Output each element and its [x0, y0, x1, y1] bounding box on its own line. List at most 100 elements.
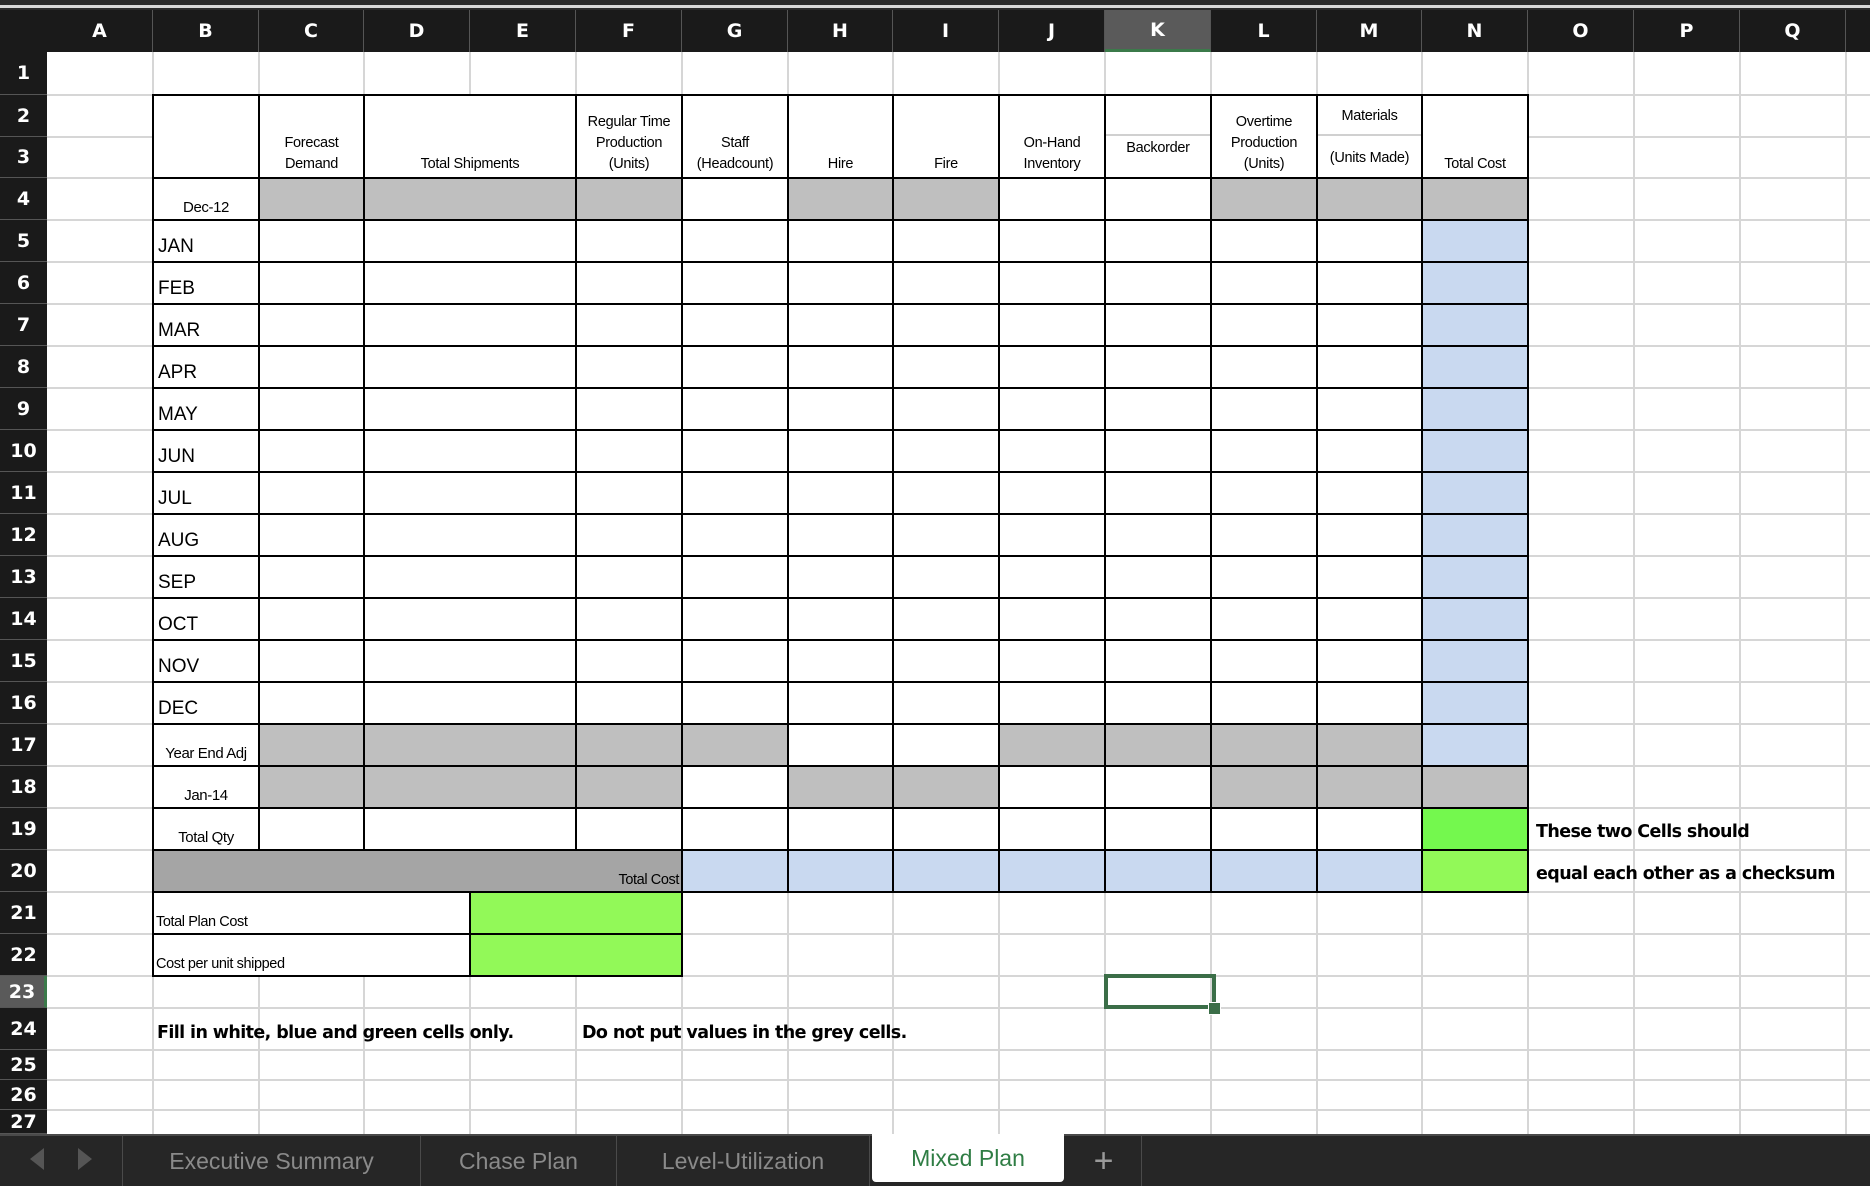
row-header-12[interactable]: 12	[0, 514, 47, 556]
cell-n9[interactable]	[1421, 387, 1529, 431]
cell-c15[interactable]	[258, 639, 365, 683]
column-header-b[interactable]: B	[153, 10, 259, 52]
cell-j15[interactable]	[998, 639, 1106, 683]
cell-f14[interactable]	[575, 597, 683, 641]
row-header-1[interactable]: 1	[0, 52, 47, 95]
cell-c19[interactable]	[258, 807, 365, 851]
cell-f15[interactable]	[575, 639, 683, 683]
cell-l8[interactable]	[1210, 345, 1318, 389]
cell-d7[interactable]	[363, 303, 577, 347]
cell-c9[interactable]	[258, 387, 365, 431]
cell-g18[interactable]	[681, 765, 789, 809]
cell-n16[interactable]	[1421, 681, 1529, 725]
cell-l20[interactable]	[1210, 849, 1318, 893]
cell-l19[interactable]	[1210, 807, 1318, 851]
cell-m20[interactable]	[1316, 849, 1423, 893]
cell-n12[interactable]	[1421, 513, 1529, 557]
cell-n17[interactable]	[1421, 723, 1529, 767]
cell-g4[interactable]	[681, 177, 789, 221]
row-header-21[interactable]: 21	[0, 892, 47, 934]
cell-c7[interactable]	[258, 303, 365, 347]
cell-h17[interactable]	[787, 723, 894, 767]
cell-g13[interactable]	[681, 555, 789, 599]
cell-k18[interactable]	[1104, 765, 1212, 809]
cell-d11[interactable]	[363, 471, 577, 515]
cell-d12[interactable]	[363, 513, 577, 557]
cell-l6[interactable]	[1210, 261, 1318, 305]
cell-j20[interactable]	[998, 849, 1106, 893]
cell-l12[interactable]	[1210, 513, 1318, 557]
column-header-h[interactable]: H	[788, 10, 893, 52]
cell-l11[interactable]	[1210, 471, 1318, 515]
cell-k8[interactable]	[1104, 345, 1212, 389]
cell-c12[interactable]	[258, 513, 365, 557]
cell-j18[interactable]	[998, 765, 1106, 809]
total-plan-cost-value[interactable]	[469, 891, 683, 935]
cell-l14[interactable]	[1210, 597, 1318, 641]
cell-f8[interactable]	[575, 345, 683, 389]
cell-h12[interactable]	[787, 513, 894, 557]
cell-i13[interactable]	[892, 555, 1000, 599]
cell-h11[interactable]	[787, 471, 894, 515]
cell-f11[interactable]	[575, 471, 683, 515]
cell-f19[interactable]	[575, 807, 683, 851]
cell-k11[interactable]	[1104, 471, 1212, 515]
column-header-f[interactable]: F	[576, 10, 682, 52]
cell-l10[interactable]	[1210, 429, 1318, 473]
column-header-a[interactable]: A	[47, 10, 153, 52]
cell-n15[interactable]	[1421, 639, 1529, 683]
cell-k14[interactable]	[1104, 597, 1212, 641]
cell-h20[interactable]	[787, 849, 894, 893]
row-header-20[interactable]: 20	[0, 850, 47, 892]
column-header-e[interactable]: E	[470, 10, 576, 52]
cell-g12[interactable]	[681, 513, 789, 557]
cell-g9[interactable]	[681, 387, 789, 431]
cell-m8[interactable]	[1316, 345, 1423, 389]
cell-c10[interactable]	[258, 429, 365, 473]
fill-handle[interactable]	[1208, 1002, 1221, 1015]
cell-i12[interactable]	[892, 513, 1000, 557]
row-header-25[interactable]: 25	[0, 1050, 47, 1080]
cell-i6[interactable]	[892, 261, 1000, 305]
row-header-13[interactable]: 13	[0, 556, 47, 598]
row-header-22[interactable]: 22	[0, 934, 47, 976]
cell-h6[interactable]	[787, 261, 894, 305]
cell-j14[interactable]	[998, 597, 1106, 641]
cell-n5[interactable]	[1421, 219, 1529, 263]
cell-f13[interactable]	[575, 555, 683, 599]
tab-mixed-plan[interactable]: Mixed Plan	[872, 1134, 1064, 1182]
column-header-j[interactable]: J	[999, 10, 1105, 52]
cell-i15[interactable]	[892, 639, 1000, 683]
cell-n13[interactable]	[1421, 555, 1529, 599]
cell-k20[interactable]	[1104, 849, 1212, 893]
cell-c5[interactable]	[258, 219, 365, 263]
column-header-q[interactable]: Q	[1740, 10, 1846, 52]
cell-j12[interactable]	[998, 513, 1106, 557]
cell-k15[interactable]	[1104, 639, 1212, 683]
cost-per-unit-shipped-value[interactable]	[469, 933, 683, 977]
cell-f9[interactable]	[575, 387, 683, 431]
row-header-5[interactable]: 5	[0, 220, 47, 262]
cell-k5[interactable]	[1104, 219, 1212, 263]
cell-m19[interactable]	[1316, 807, 1423, 851]
cell-l9[interactable]	[1210, 387, 1318, 431]
tab-level-utilization[interactable]: Level-Utilization	[617, 1136, 870, 1186]
column-header-l[interactable]: L	[1211, 10, 1317, 52]
cell-i8[interactable]	[892, 345, 1000, 389]
column-header-c[interactable]: C	[259, 10, 364, 52]
row-header-14[interactable]: 14	[0, 598, 47, 640]
row-header-4[interactable]: 4	[0, 178, 47, 220]
cell-m13[interactable]	[1316, 555, 1423, 599]
column-header-i[interactable]: I	[893, 10, 999, 52]
cell-g7[interactable]	[681, 303, 789, 347]
cell-k16[interactable]	[1104, 681, 1212, 725]
cell-n20[interactable]	[1421, 849, 1529, 893]
cell-d14[interactable]	[363, 597, 577, 641]
row-header-24[interactable]: 24	[0, 1008, 47, 1050]
cell-n11[interactable]	[1421, 471, 1529, 515]
cell-d6[interactable]	[363, 261, 577, 305]
cell-j9[interactable]	[998, 387, 1106, 431]
cell-f5[interactable]	[575, 219, 683, 263]
cell-i9[interactable]	[892, 387, 1000, 431]
cell-j10[interactable]	[998, 429, 1106, 473]
